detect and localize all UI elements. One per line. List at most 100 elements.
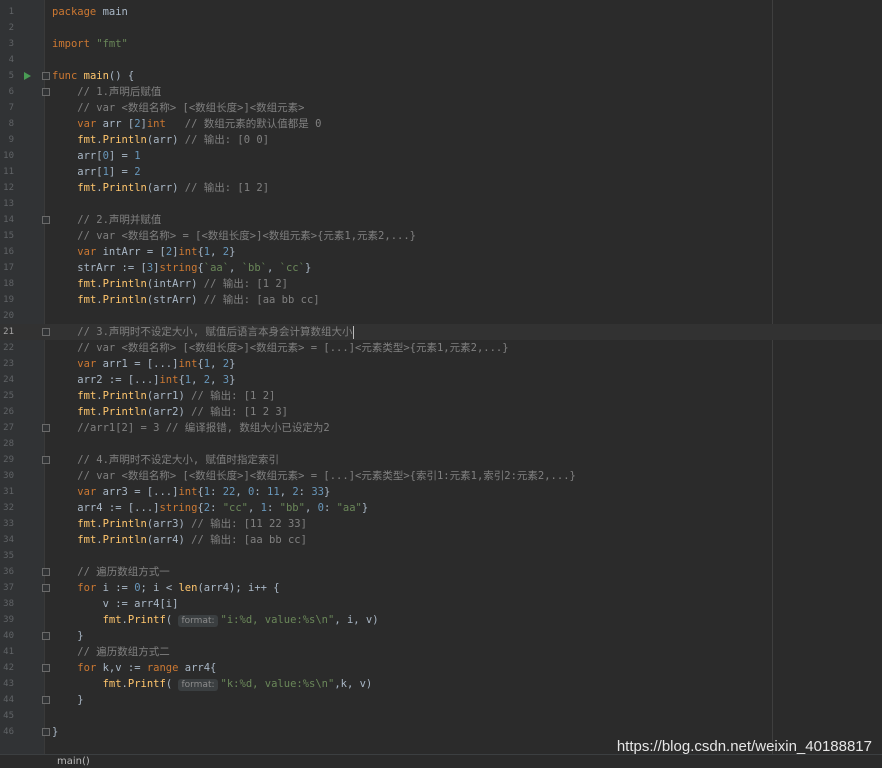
code-line[interactable]: 26 fmt.Println(arr2) // 输出: [1 2 3] (0, 404, 882, 420)
code-text: // var <数组名称> = [<数组长度>]<数组元素>{元素1,元素2,.… (52, 228, 416, 244)
code-token: string (159, 502, 198, 514)
code-text: fmt.Printf( format: "i:%d, value:%s\n", i… (52, 612, 379, 628)
code-line[interactable]: 7 // var <数组名称> [<数组长度>]<数组元素> (0, 100, 882, 116)
fold-icon[interactable] (42, 424, 50, 432)
code-line[interactable]: 34 fmt.Println(arr4) // 输出: [aa bb cc] (0, 532, 882, 548)
code-line[interactable]: 19 fmt.Println(strArr) // 输出: [aa bb cc] (0, 292, 882, 308)
line-number: 11 (3, 167, 14, 177)
code-line[interactable]: 1 package main (0, 4, 882, 20)
run-icon[interactable] (24, 72, 31, 80)
code-line[interactable]: 13 (0, 196, 882, 212)
code-line[interactable]: 44 } (0, 692, 882, 708)
code-token: arr4{ (178, 662, 217, 674)
code-token: Println (102, 406, 147, 418)
code-line[interactable]: 33 fmt.Println(arr3) // 输出: [11 22 33] (0, 516, 882, 532)
code-token: , (267, 262, 280, 274)
fold-icon[interactable] (42, 88, 50, 96)
fold-icon[interactable] (42, 696, 50, 704)
code-token: (strArr) (146, 294, 204, 306)
code-line[interactable]: 35 (0, 548, 882, 564)
code-token: func (52, 70, 78, 82)
code-line[interactable]: 20 (0, 308, 882, 324)
code-line[interactable]: 41 // 遍历数组方式二 (0, 644, 882, 660)
code-line[interactable]: 9 fmt.Println(arr) // 输出: [0 0] (0, 132, 882, 148)
line-number: 14 (3, 215, 14, 225)
code-line[interactable]: 11 arr[1] = 2 (0, 164, 882, 180)
line-number: 17 (3, 263, 14, 273)
code-line[interactable]: 42 for k,v := range arr4{ (0, 660, 882, 676)
fold-icon[interactable] (42, 456, 50, 464)
code-text: var intArr = [2]int{1, 2} (52, 244, 235, 260)
code-token: , (210, 374, 223, 386)
code-line[interactable]: 15 // var <数组名称> = [<数组长度>]<数组元素>{元素1,元素… (0, 228, 882, 244)
code-token: // 输出: [1 2 3] (191, 406, 288, 418)
code-text: fmt.Println(arr) // 输出: [0 0] (52, 132, 269, 148)
code-line[interactable]: 30 // var <数组名称> [<数组长度>]<数组元素> = [...]<… (0, 468, 882, 484)
code-line[interactable]: 3 import "fmt" (0, 36, 882, 52)
code-line[interactable]: 22 // var <数组名称> [<数组长度>]<数组元素> = [...]<… (0, 340, 882, 356)
fold-icon[interactable] (42, 568, 50, 576)
code-line[interactable]: 2 (0, 20, 882, 36)
code-token: fmt (77, 518, 97, 530)
fold-icon[interactable] (42, 216, 50, 224)
code-line[interactable]: 17 strArr := [3]string{`aa`, `bb`, `cc`} (0, 260, 882, 276)
fold-icon[interactable] (42, 632, 50, 640)
code-token: k,v := (96, 662, 147, 674)
code-line[interactable]: 36 // 遍历数组方式一 (0, 564, 882, 580)
code-line[interactable]: 38 v := arr4[i] (0, 596, 882, 612)
line-number: 3 (8, 39, 14, 49)
code-token: ,k, v) (334, 678, 373, 690)
code-line[interactable]: 24 arr2 := [...]int{1, 2, 3} (0, 372, 882, 388)
code-line[interactable]: 31 var arr3 = [...]int{1: 22, 0: 11, 2: … (0, 484, 882, 500)
code-line[interactable]: 6 // 1.声明后赋值 (0, 84, 882, 100)
code-line[interactable]: 8 var arr [2]int // 数组元素的默认值都是 0 (0, 116, 882, 132)
code-token: fmt (77, 534, 97, 546)
code-line[interactable]: 32 arr4 := [...]string{2: "cc", 1: "bb",… (0, 500, 882, 516)
code-token: Printf (127, 678, 166, 690)
fold-icon[interactable] (42, 584, 50, 592)
code-line[interactable]: 25 fmt.Println(arr1) // 输出: [1 2] (0, 388, 882, 404)
code-line[interactable]: 43 fmt.Printf( format: "k:%d, value:%s\n"… (0, 676, 882, 692)
code-line[interactable]: 5 func main() { (0, 68, 882, 84)
code-line[interactable]: 23 var arr1 = [...]int{1, 2} (0, 356, 882, 372)
code-line[interactable]: 28 (0, 436, 882, 452)
code-editor[interactable]: 1 package main 2 3 import "fmt" 4 5 func main()… (0, 0, 882, 754)
code-token: `bb` (241, 262, 267, 274)
code-token: for (77, 662, 97, 674)
code-line[interactable]: 4 (0, 52, 882, 68)
code-text: // var <数组名称> [<数组长度>]<数组元素> = [...]<元素类… (52, 340, 508, 356)
code-token: intArr = [ (96, 246, 166, 258)
code-token: // 1.声明后赋值 (77, 86, 162, 98)
code-token: ( (165, 614, 179, 626)
code-line[interactable]: 27 //arr1[2] = 3 // 编译报错, 数组大小已设定为2 (0, 420, 882, 436)
fold-icon[interactable] (42, 328, 50, 336)
code-line[interactable]: 29 // 4.声明时不设定大小, 赋值时指定索引 (0, 452, 882, 468)
code-token: fmt (102, 614, 122, 626)
code-token: var (77, 118, 97, 130)
code-line[interactable]: 40 } (0, 628, 882, 644)
code-token: // 4.声明时不设定大小, 赋值时指定索引 (77, 454, 280, 466)
code-line[interactable]: 12 fmt.Println(arr) // 输出: [1 2] (0, 180, 882, 196)
code-token: : (210, 486, 223, 498)
code-line[interactable]: 14 // 2.声明并赋值 (0, 212, 882, 228)
code-line[interactable]: 39 fmt.Printf( format: "i:%d, value:%s\n"… (0, 612, 882, 628)
fold-icon[interactable] (42, 72, 50, 80)
code-token: } (229, 246, 236, 258)
code-token: import (52, 38, 90, 50)
fold-icon[interactable] (42, 664, 50, 672)
code-line[interactable]: 18 fmt.Println(intArr) // 输出: [1 2] (0, 276, 882, 292)
code-line[interactable]: 10 arr[0] = 1 (0, 148, 882, 164)
watermark-url: https://blog.csdn.net/weixin_40188817 (616, 738, 872, 755)
breadcrumb[interactable]: main() (57, 756, 90, 768)
code-line[interactable]: 45 (0, 708, 882, 724)
fold-icon[interactable] (42, 728, 50, 736)
code-line[interactable]: 16 var intArr = [2]int{1, 2} (0, 244, 882, 260)
code-token: var (77, 486, 97, 498)
code-line[interactable]: 21 // 3.声明时不设定大小, 赋值后语言本身会计算数组大小 (0, 324, 882, 340)
code-line[interactable]: 37 for i := 0; i < len(arr4); i++ { (0, 580, 882, 596)
breadcrumb-bar: main() (0, 754, 882, 768)
